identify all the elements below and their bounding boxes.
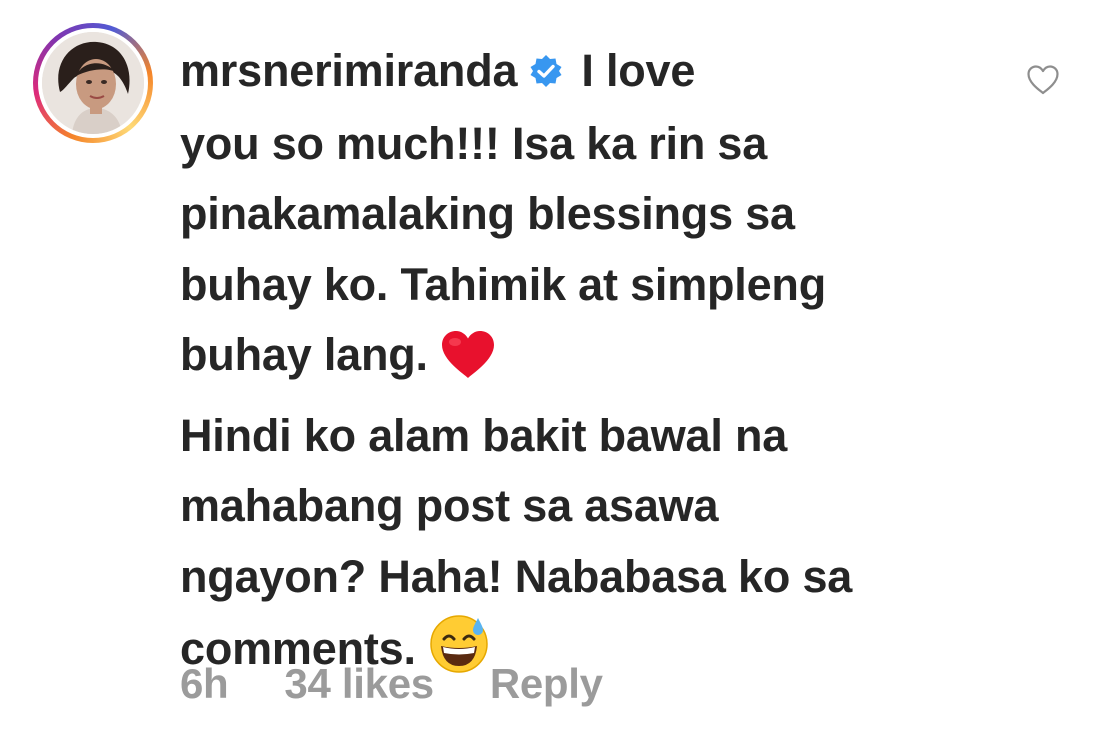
comment: mrsnerimiranda I love you so much!!! Isa … xyxy=(0,0,1120,734)
reply-button[interactable]: Reply xyxy=(490,660,603,708)
comment-time[interactable]: 6h xyxy=(180,660,229,708)
comment-line-8: ngayon? Haha! Nababasa ko sa xyxy=(180,550,853,602)
like-button[interactable] xyxy=(1026,64,1060,96)
heart-outline-icon xyxy=(1027,65,1059,95)
comment-text: mrsnerimiranda I love you so much!!! Isa … xyxy=(180,36,1010,695)
comment-line-4: buhay ko. Tahimik at simpleng xyxy=(180,258,826,310)
comment-line-7: mahabang post sa asawa xyxy=(180,480,719,531)
username[interactable]: mrsnerimiranda xyxy=(180,45,518,96)
profile-photo-icon xyxy=(42,32,144,134)
comment-line-2: you so much!!! Isa ka rin sa xyxy=(180,117,768,169)
comment-line-5: buhay lang. xyxy=(180,329,428,380)
comment-line-1: I love xyxy=(581,45,696,96)
avatar-photo xyxy=(42,32,144,134)
like-count[interactable]: 34 likes xyxy=(284,660,434,708)
comment-line-3: pinakamalaking blessings sa xyxy=(180,188,795,239)
comment-line-6: Hindi ko alam bakit bawal na xyxy=(180,409,788,461)
red-heart-emoji xyxy=(440,330,496,401)
avatar[interactable] xyxy=(33,23,153,143)
verified-badge-icon xyxy=(529,38,563,109)
comment-meta: 6h 34 likes Reply xyxy=(180,660,603,708)
